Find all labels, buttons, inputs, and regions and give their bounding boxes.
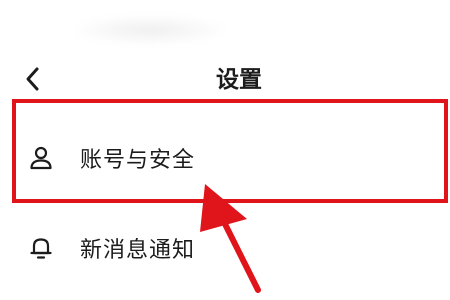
settings-item-notifications[interactable]: 新消息通知	[0, 218, 450, 278]
settings-item-label: 新消息通知	[80, 238, 196, 263]
settings-item-label: 账号与安全	[80, 148, 196, 173]
page-title: 设置	[216, 67, 262, 93]
nav-bar: 设置	[0, 58, 450, 102]
settings-item-account-security[interactable]: 账号与安全	[0, 128, 450, 188]
user-icon	[28, 145, 54, 171]
bell-icon	[28, 235, 54, 261]
status-bar-blur	[70, 14, 230, 46]
